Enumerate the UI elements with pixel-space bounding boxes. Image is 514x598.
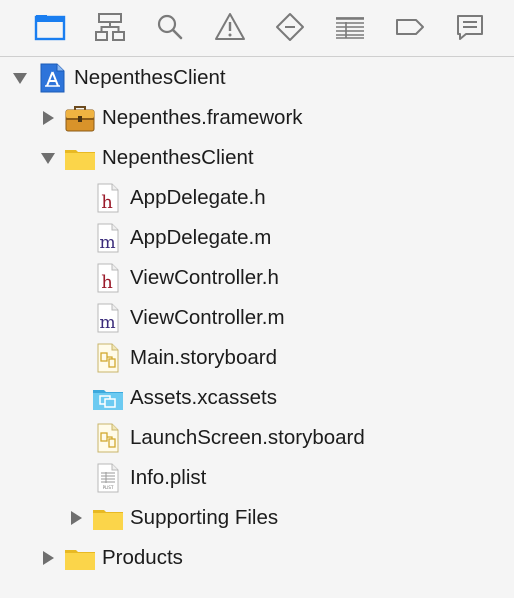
disclosure-collapsed-icon[interactable] — [66, 508, 86, 528]
project-navigator-button[interactable] — [33, 10, 67, 44]
tree-row-label: Assets.xcassets — [130, 386, 277, 409]
svg-text:m: m — [99, 233, 115, 253]
tree-row-label: ViewController.h — [130, 266, 279, 289]
disclosure-expanded-icon[interactable] — [38, 148, 58, 168]
tree-row-file[interactable]: PLIST Info.plist — [0, 458, 514, 498]
test-navigator-button[interactable] — [273, 10, 307, 44]
svg-text:h: h — [101, 272, 113, 293]
asset-catalog-icon — [93, 390, 123, 410]
diamond-test-icon — [276, 13, 304, 41]
disclosure-collapsed-icon[interactable] — [38, 548, 58, 568]
tree-row-file[interactable]: m ViewController.m — [0, 298, 514, 338]
find-navigator-button[interactable] — [153, 10, 187, 44]
tree-row-group-supporting-files[interactable]: Supporting Files — [0, 498, 514, 538]
list-grid-icon — [336, 17, 364, 39]
folder-icon — [93, 510, 123, 530]
header-file-icon: h — [97, 263, 119, 293]
folder-icon — [65, 550, 95, 570]
tree-row-file[interactable]: m AppDelegate.m — [0, 218, 514, 258]
tree-row-label: ViewController.m — [130, 306, 285, 329]
svg-text:h: h — [101, 192, 113, 213]
tree-row-label: AppDelegate.m — [130, 226, 272, 249]
disclosure-collapsed-icon[interactable] — [38, 108, 58, 128]
tree-row-project[interactable]: NepenthesClient — [0, 58, 514, 98]
debug-navigator-button[interactable] — [333, 10, 367, 44]
tree-row-group-products[interactable]: Products — [0, 538, 514, 578]
tree-row-label: Nepenthes.framework — [102, 106, 303, 129]
tree-row-group-nepenthesclient[interactable]: NepenthesClient — [0, 138, 514, 178]
disclosure-expanded-icon[interactable] — [10, 68, 30, 88]
xcode-project-icon — [40, 63, 65, 93]
symbol-navigator-button[interactable] — [93, 10, 127, 44]
warning-icon — [215, 13, 245, 40]
objc-source-file-icon: m — [97, 223, 119, 253]
hierarchy-icon — [95, 13, 125, 41]
search-icon — [157, 14, 183, 40]
svg-text:m: m — [99, 313, 115, 333]
folder-icon — [65, 150, 95, 170]
tree-row-label: Info.plist — [130, 466, 207, 489]
tree-row-file[interactable]: LaunchScreen.storyboard — [0, 418, 514, 458]
tree-row-label: NepenthesClient — [74, 66, 226, 89]
tree-row-label: NepenthesClient — [102, 146, 254, 169]
objc-source-file-icon: m — [97, 303, 119, 333]
tree-row-label: AppDelegate.h — [130, 186, 266, 209]
svg-text:PLIST: PLIST — [103, 485, 114, 490]
header-file-icon: h — [97, 183, 119, 213]
storyboard-file-icon — [97, 343, 119, 373]
breakpoint-navigator-button[interactable] — [393, 10, 427, 44]
folder-icon — [34, 15, 66, 41]
tree-row-file[interactable]: Main.storyboard — [0, 338, 514, 378]
framework-toolbox-icon — [65, 106, 95, 132]
issue-navigator-button[interactable] — [213, 10, 247, 44]
tree-row-label: Products — [102, 546, 183, 569]
navigator-toolbar — [0, 0, 514, 57]
tree-row-file[interactable]: h AppDelegate.h — [0, 178, 514, 218]
report-navigator-button[interactable] — [453, 10, 487, 44]
tree-row-file[interactable]: Assets.xcassets — [0, 378, 514, 418]
comment-icon — [457, 15, 483, 40]
tree-row-label: Supporting Files — [130, 506, 279, 529]
plist-file-icon: PLIST — [97, 463, 119, 493]
storyboard-file-icon — [97, 423, 119, 453]
tree-row-framework[interactable]: Nepenthes.framework — [0, 98, 514, 138]
tag-icon — [396, 19, 424, 35]
tree-row-label: LaunchScreen.storyboard — [130, 426, 365, 449]
tree-row-label: Main.storyboard — [130, 346, 277, 369]
tree-row-file[interactable]: h ViewController.h — [0, 258, 514, 298]
